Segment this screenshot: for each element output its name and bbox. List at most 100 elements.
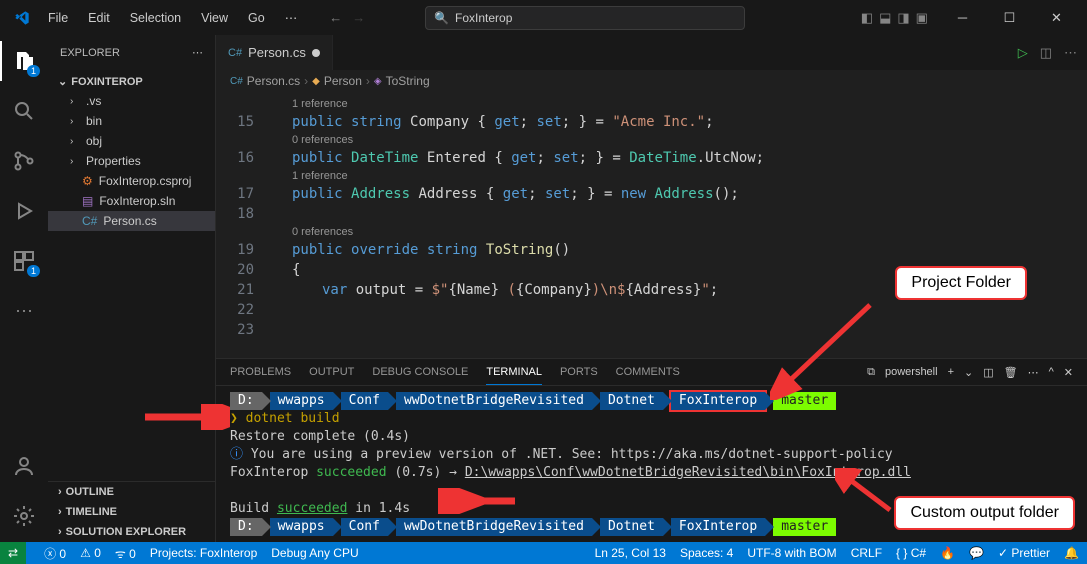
split-terminal-icon[interactable]: ◫ bbox=[983, 366, 993, 379]
status-lang[interactable]: { } C# bbox=[896, 546, 926, 560]
layout-right-icon[interactable]: ◨ bbox=[897, 10, 909, 26]
kill-terminal-icon[interactable]: 🗑 bbox=[1004, 366, 1018, 379]
split-editor-icon[interactable]: ◫ bbox=[1040, 45, 1052, 61]
tree-folder-obj[interactable]: ›obj bbox=[48, 131, 215, 151]
status-encoding[interactable]: UTF-8 with BOM bbox=[747, 546, 836, 560]
menu-go[interactable]: Go bbox=[240, 7, 273, 29]
remote-indicator-icon[interactable]: ⇄ bbox=[0, 542, 26, 564]
timeline-header[interactable]: ›TIMELINE bbox=[48, 502, 215, 522]
outline-header[interactable]: ›OUTLINE bbox=[48, 482, 215, 502]
menu-more[interactable]: ⋯ bbox=[277, 6, 306, 29]
tree-folder-vs[interactable]: ›.vs bbox=[48, 91, 215, 111]
status-errors[interactable]: ⓧ 0 bbox=[44, 545, 66, 562]
activity-extensions-icon[interactable]: 1 bbox=[0, 241, 48, 281]
panel-maximize-icon[interactable]: ^ bbox=[1049, 366, 1054, 378]
activity-scm-icon[interactable] bbox=[0, 141, 48, 181]
codelens[interactable]: 1 reference bbox=[272, 168, 1087, 184]
status-projects[interactable]: Projects: FoxInterop bbox=[150, 546, 257, 560]
file-label: Person.cs bbox=[103, 214, 156, 228]
editor-tab-person[interactable]: C# Person.cs bbox=[216, 35, 333, 70]
folder-label: Properties bbox=[86, 154, 141, 168]
breadcrumb[interactable]: C# Person.cs › ◆ Person › ◈ ToString bbox=[216, 70, 1087, 92]
status-bell-icon[interactable]: 🔔 bbox=[1064, 546, 1079, 560]
codelens[interactable]: 0 references bbox=[272, 224, 1087, 240]
outline-label: OUTLINE bbox=[66, 486, 114, 498]
terminal-more-icon[interactable]: ⋯ bbox=[1028, 366, 1039, 379]
line-number: 15 bbox=[216, 112, 254, 132]
layout-full-icon[interactable]: ▣ bbox=[916, 10, 928, 26]
run-icon[interactable]: ▷ bbox=[1018, 45, 1028, 61]
panel-tab-problems[interactable]: PROBLEMS bbox=[230, 360, 291, 384]
tree-root-folder[interactable]: ⌄ FOXINTEROP bbox=[48, 72, 215, 91]
chevron-right-icon: › bbox=[58, 506, 62, 518]
new-terminal-icon[interactable]: + bbox=[948, 366, 954, 378]
tree-folder-properties[interactable]: ›Properties bbox=[48, 151, 215, 171]
activity-search-icon[interactable] bbox=[0, 91, 48, 131]
layout-left-icon[interactable]: ◧ bbox=[861, 10, 873, 26]
terminal-dropdown-icon[interactable]: ⌄ bbox=[964, 366, 973, 379]
status-radio[interactable]: ᯤ 0 bbox=[115, 545, 136, 562]
chevron-down-icon: ⌄ bbox=[58, 75, 67, 88]
activity-settings-icon[interactable] bbox=[0, 496, 48, 536]
terminal-line: Restore complete (0.4s) bbox=[230, 428, 1073, 446]
activity-account-icon[interactable] bbox=[0, 446, 48, 486]
window-minimize-button[interactable]: ─ bbox=[940, 0, 985, 35]
command-center[interactable]: 🔍 FoxInterop bbox=[425, 6, 745, 30]
solution-header[interactable]: ›SOLUTION EXPLORER bbox=[48, 522, 215, 542]
status-eol[interactable]: CRLF bbox=[851, 546, 882, 560]
info-icon: ⓘ bbox=[230, 447, 251, 462]
explorer-more-icon[interactable]: ⋯ bbox=[192, 46, 203, 59]
status-config[interactable]: Debug Any CPU bbox=[271, 546, 358, 560]
window-maximize-button[interactable]: ☐ bbox=[987, 0, 1032, 35]
status-prettier[interactable]: ✓ Prettier bbox=[998, 546, 1050, 560]
codelens[interactable]: 0 references bbox=[272, 132, 1087, 148]
line-number: 16 bbox=[216, 148, 254, 168]
explorer-title: EXPLORER bbox=[60, 47, 120, 59]
status-flame-icon[interactable]: 🔥 bbox=[940, 546, 955, 560]
tree-file-sln[interactable]: ▤FoxInterop.sln bbox=[48, 191, 215, 211]
tree-file-person[interactable]: C#Person.cs bbox=[48, 211, 215, 231]
layout-bottom-icon[interactable]: ⬓ bbox=[879, 10, 891, 26]
tree-folder-bin[interactable]: ›bin bbox=[48, 111, 215, 131]
panel-tab-output[interactable]: OUTPUT bbox=[309, 360, 354, 384]
panel-tab-ports[interactable]: PORTS bbox=[560, 360, 598, 384]
chevron-right-icon: › bbox=[70, 116, 80, 127]
nav-forward-icon[interactable]: → bbox=[352, 10, 365, 25]
line-number: 22 bbox=[216, 300, 254, 320]
window-close-button[interactable]: ✕ bbox=[1034, 0, 1079, 35]
menu-selection[interactable]: Selection bbox=[122, 7, 189, 29]
status-warnings[interactable]: ⚠ 0 bbox=[80, 546, 101, 560]
tab-more-icon[interactable]: ⋯ bbox=[1064, 45, 1077, 61]
panel-close-icon[interactable]: ✕ bbox=[1064, 366, 1073, 379]
activity-more-icon[interactable]: ⋯ bbox=[0, 291, 48, 331]
panel-tab-debug[interactable]: DEBUG CONSOLE bbox=[372, 360, 468, 384]
status-chat-icon[interactable]: 💬 bbox=[969, 546, 984, 560]
activity-explorer-icon[interactable]: 1 bbox=[0, 41, 48, 81]
breadcrumb-class[interactable]: Person bbox=[324, 74, 362, 88]
code-lines: 1 reference public string Company { get;… bbox=[272, 92, 1087, 358]
breadcrumb-file[interactable]: Person.cs bbox=[247, 74, 300, 88]
breadcrumb-method[interactable]: ToString bbox=[386, 74, 430, 88]
class-icon: ◆ bbox=[312, 76, 320, 87]
activity-debug-icon[interactable] bbox=[0, 191, 48, 231]
menu-file[interactable]: File bbox=[40, 7, 76, 29]
tree-file-csproj[interactable]: ⚙FoxInterop.csproj bbox=[48, 171, 215, 191]
shell-name[interactable]: powershell bbox=[885, 366, 938, 378]
code-editor[interactable]: 15 16 17 18 19 20 21 22 23 1 reference p… bbox=[216, 92, 1087, 358]
root-folder-name: FOXINTEROP bbox=[71, 76, 143, 88]
extensions-badge: 1 bbox=[27, 265, 40, 277]
status-cursor[interactable]: Ln 25, Col 13 bbox=[595, 546, 666, 560]
tab-label: Person.cs bbox=[248, 45, 306, 60]
callout-project-folder: Project Folder bbox=[895, 266, 1027, 300]
status-spaces[interactable]: Spaces: 4 bbox=[680, 546, 733, 560]
callout-output-folder: Custom output folder bbox=[894, 496, 1075, 530]
method-icon: ◈ bbox=[374, 76, 382, 87]
nav-back-icon[interactable]: ← bbox=[329, 10, 342, 25]
panel-tab-comments[interactable]: COMMENTS bbox=[616, 360, 680, 384]
panel-tab-terminal[interactable]: TERMINAL bbox=[486, 360, 542, 385]
menu-edit[interactable]: Edit bbox=[80, 7, 118, 29]
line-number: 17 bbox=[216, 184, 254, 204]
menu-view[interactable]: View bbox=[193, 7, 236, 29]
check-icon: ✓ bbox=[998, 546, 1011, 560]
codelens[interactable]: 1 reference bbox=[272, 96, 1087, 112]
